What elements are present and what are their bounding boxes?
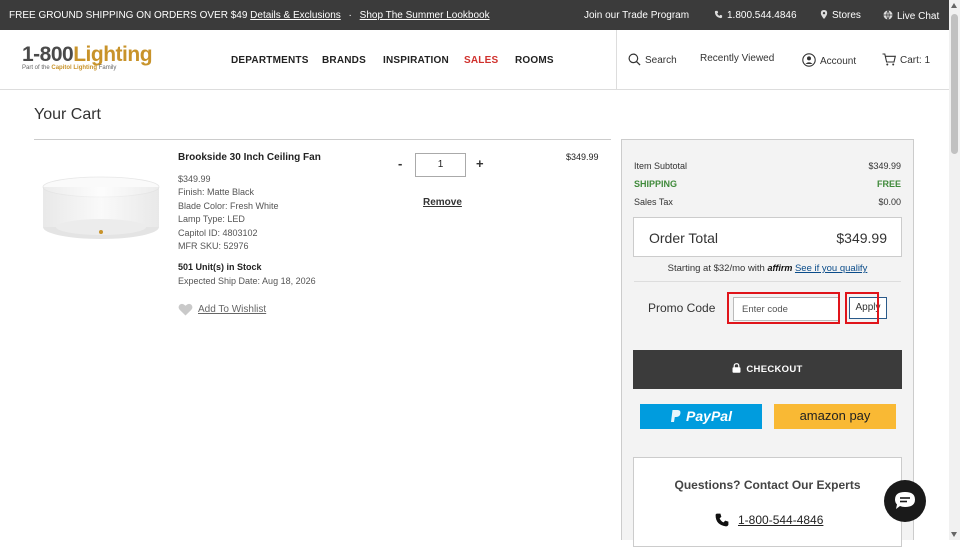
page-scrollbar[interactable] <box>949 0 960 540</box>
promo-banner: FREE GROUND SHIPPING ON ORDERS OVER $49 … <box>9 10 490 21</box>
account-label: Account <box>820 56 857 67</box>
account-link[interactable]: Account <box>802 53 856 67</box>
product-image[interactable] <box>38 170 164 242</box>
contact-experts-title: Questions? Contact Our Experts <box>674 478 861 492</box>
tax-row: Sales Tax $0.00 <box>634 197 901 207</box>
checkout-label: CHECKOUT <box>746 364 803 375</box>
globe-icon <box>883 10 893 20</box>
logo-wordmark: 1-800Lighting <box>22 43 153 66</box>
phone-icon <box>715 513 729 527</box>
cart-label: Cart: 1 <box>900 55 931 66</box>
tax-value: $0.00 <box>878 197 901 207</box>
search-button[interactable]: Search <box>628 53 677 66</box>
location-pin-icon <box>820 10 828 19</box>
affirm-qualify-link[interactable]: See if you qualify <box>795 263 867 274</box>
product-unit-price: $349.99 <box>178 174 211 184</box>
highlight-box-apply <box>845 292 879 324</box>
nav-rooms[interactable]: ROOMS <box>515 55 554 66</box>
paypal-label: PayPal <box>686 408 732 424</box>
user-icon <box>802 53 816 67</box>
site-header: 1-800Lighting Part of the Capitol Lighti… <box>0 30 949 90</box>
nav-departments[interactable]: DEPARTMENTS <box>231 55 309 66</box>
stores-link[interactable]: Stores <box>820 10 861 21</box>
affirm-financing: Starting at $32/mo with affirm See if yo… <box>622 263 913 274</box>
cart-divider <box>34 139 611 140</box>
top-announcement-bar: FREE GROUND SHIPPING ON ORDERS OVER $49 … <box>0 0 949 30</box>
order-total-label: Order Total <box>649 230 718 246</box>
scroll-down-arrow[interactable] <box>951 532 957 537</box>
order-total-box: Order Total $349.99 <box>633 217 902 257</box>
lock-icon <box>732 363 741 373</box>
shipping-label: SHIPPING <box>634 179 678 189</box>
product-mfr-sku: MFR SKU: 52976 <box>178 241 249 251</box>
phone-link[interactable]: 1.800.544.4846 <box>714 10 797 21</box>
stock-status: 501 Unit(s) in Stock <box>178 262 262 272</box>
contact-experts-box: Questions? Contact Our Experts 1-800-544… <box>633 457 902 547</box>
wishlist-label: Add To Wishlist <box>198 304 267 315</box>
experts-phone-number: 1-800-544-4846 <box>738 513 824 527</box>
subtotal-value: $349.99 <box>868 161 901 171</box>
live-chat-link[interactable]: Live Chat <box>883 10 939 22</box>
order-total-value: $349.99 <box>836 230 887 246</box>
line-item-total: $349.99 <box>566 152 599 162</box>
cart-link[interactable]: Cart: 1 <box>882 53 930 66</box>
search-label: Search <box>645 55 677 66</box>
heart-icon <box>178 303 193 316</box>
amazon-pay-label: amazon pay <box>799 408 871 423</box>
subtotal-row: Item Subtotal $349.99 <box>634 161 901 171</box>
product-lamp-type: Lamp Type: LED <box>178 214 245 224</box>
checkout-button[interactable]: CHECKOUT <box>633 350 902 389</box>
chat-launcher-button[interactable] <box>884 480 926 522</box>
site-logo[interactable]: 1-800Lighting Part of the Capitol Lighti… <box>22 43 153 71</box>
promo-code-label: Promo Code <box>648 301 716 315</box>
quantity-input[interactable]: 1 <box>415 153 466 177</box>
details-exclusions-link[interactable]: Details & Exclusions <box>250 10 341 21</box>
quantity-decrease-button[interactable]: - <box>398 156 402 171</box>
nav-inspiration[interactable]: INSPIRATION <box>383 55 449 66</box>
highlight-box-promo-input <box>727 292 840 324</box>
scrollbar-thumb[interactable] <box>951 14 958 154</box>
summer-lookbook-link[interactable]: Shop The Summer Lookbook <box>360 10 490 21</box>
nav-brands[interactable]: BRANDS <box>322 55 366 66</box>
product-capitol-id: Capitol ID: 4803102 <box>178 228 258 238</box>
page-title: Your Cart <box>34 106 101 123</box>
separator: · <box>348 10 352 21</box>
affirm-text: Starting at $32/mo with <box>667 263 765 274</box>
chat-bubble-icon <box>895 492 915 509</box>
amazon-pay-button[interactable]: amazon pay <box>774 404 896 429</box>
expected-ship-date: Expected Ship Date: Aug 18, 2026 <box>178 276 316 286</box>
stores-text: Stores <box>832 10 861 21</box>
summary-divider <box>634 281 901 282</box>
product-name[interactable]: Brookside 30 Inch Ceiling Fan <box>178 152 321 163</box>
affirm-logo: affirm <box>767 263 793 273</box>
header-divider <box>616 30 617 90</box>
order-summary-panel: Item Subtotal $349.99 SHIPPING FREE Sale… <box>621 139 914 547</box>
product-finish: Finish: Matte Black <box>178 187 255 197</box>
paypal-logo-icon <box>671 410 681 422</box>
phone-text: 1.800.544.4846 <box>727 10 797 21</box>
cart-icon <box>882 53 896 66</box>
nav-sales[interactable]: SALES <box>464 55 498 66</box>
experts-phone-link[interactable]: 1-800-544-4846 <box>714 512 823 528</box>
free-shipping-text: FREE GROUND SHIPPING ON ORDERS OVER $49 <box>9 10 248 21</box>
trade-program-link[interactable]: Join our Trade Program <box>584 10 689 21</box>
tax-label: Sales Tax <box>634 197 673 207</box>
product-blade-color: Blade Color: Fresh White <box>178 201 279 211</box>
shipping-row: SHIPPING FREE <box>634 179 901 189</box>
search-icon <box>628 53 641 66</box>
recently-viewed-link[interactable]: Recently Viewed <box>700 53 774 64</box>
remove-item-link[interactable]: Remove <box>423 197 462 208</box>
add-to-wishlist-link[interactable]: Add To Wishlist <box>178 303 266 316</box>
subtotal-label: Item Subtotal <box>634 161 688 171</box>
phone-icon <box>714 10 723 19</box>
scroll-up-arrow[interactable] <box>951 3 957 8</box>
shipping-value: FREE <box>876 179 901 189</box>
paypal-button[interactable]: PayPal <box>640 404 762 429</box>
quantity-increase-button[interactable]: + <box>476 156 484 171</box>
live-chat-text: Live Chat <box>897 11 940 22</box>
